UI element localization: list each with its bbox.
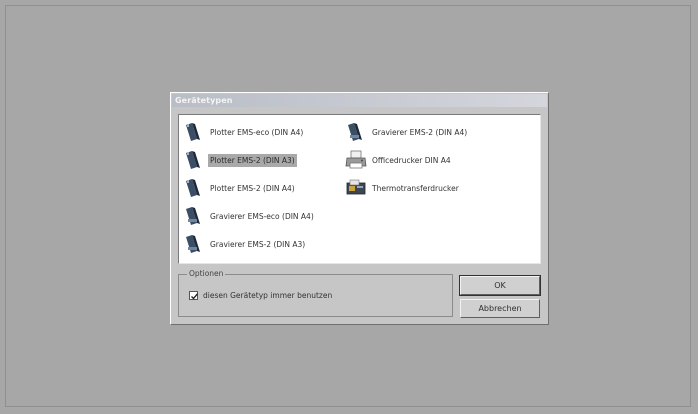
list-item[interactable]: Gravierer EMS-2 (DIN A4): [345, 121, 469, 143]
list-item-label: Officedrucker DIN A4: [372, 155, 451, 165]
plotter-icon: [183, 121, 205, 143]
always-use-checkbox[interactable]: [189, 291, 199, 300]
list-item-label: Gravierer EMS-2 (DIN A4): [372, 127, 468, 137]
list-item-label: Thermotransferdrucker: [372, 183, 459, 193]
list-item-label: Gravierer EMS-eco (DIN A4): [210, 211, 314, 221]
printer-icon: [345, 149, 367, 171]
check-icon: [191, 293, 199, 300]
list-item-selected[interactable]: Plotter EMS-2 (DIN A3): [183, 149, 297, 171]
thermal-printer-icon: [345, 177, 367, 199]
list-item[interactable]: Gravierer EMS-eco (DIN A4): [183, 205, 316, 227]
desktop-background: Gerätetypen Plotter EMS-eco (DIN A4) Plo…: [0, 0, 698, 414]
list-item[interactable]: Plotter EMS-eco (DIN A4): [183, 121, 305, 143]
cancel-button[interactable]: Abbrechen: [460, 299, 540, 318]
list-item[interactable]: Thermotransferdrucker: [345, 177, 461, 199]
engraver-icon: [183, 233, 205, 255]
engraver-icon: [183, 205, 205, 227]
device-type-dialog: Gerätetypen Plotter EMS-eco (DIN A4) Plo…: [170, 92, 549, 325]
list-item-label: Plotter EMS-eco (DIN A4): [210, 127, 304, 137]
list-item[interactable]: Gravierer EMS-2 (DIN A3): [183, 233, 307, 255]
list-item-label: Gravierer EMS-2 (DIN A3): [210, 239, 306, 249]
device-type-list[interactable]: Plotter EMS-eco (DIN A4) Plotter EMS-2 (…: [178, 114, 541, 264]
always-use-label: diesen Gerätetyp immer benutzen: [203, 291, 333, 300]
always-use-option[interactable]: diesen Gerätetyp immer benutzen: [189, 291, 332, 300]
options-group-title: Optionen: [187, 269, 226, 278]
ok-button[interactable]: OK: [459, 275, 541, 296]
dialog-title: Gerätetypen: [172, 94, 547, 107]
list-item[interactable]: Officedrucker DIN A4: [345, 149, 453, 171]
plotter-icon: [183, 149, 205, 171]
engraver-icon: [345, 121, 367, 143]
options-group: Optionen diesen Gerätetyp immer benutzen: [178, 269, 453, 317]
list-item-label: Plotter EMS-2 (DIN A4): [210, 183, 295, 193]
list-item-label: Plotter EMS-2 (DIN A3): [208, 153, 297, 167]
plotter-icon: [183, 177, 205, 199]
list-item[interactable]: Plotter EMS-2 (DIN A4): [183, 177, 297, 199]
